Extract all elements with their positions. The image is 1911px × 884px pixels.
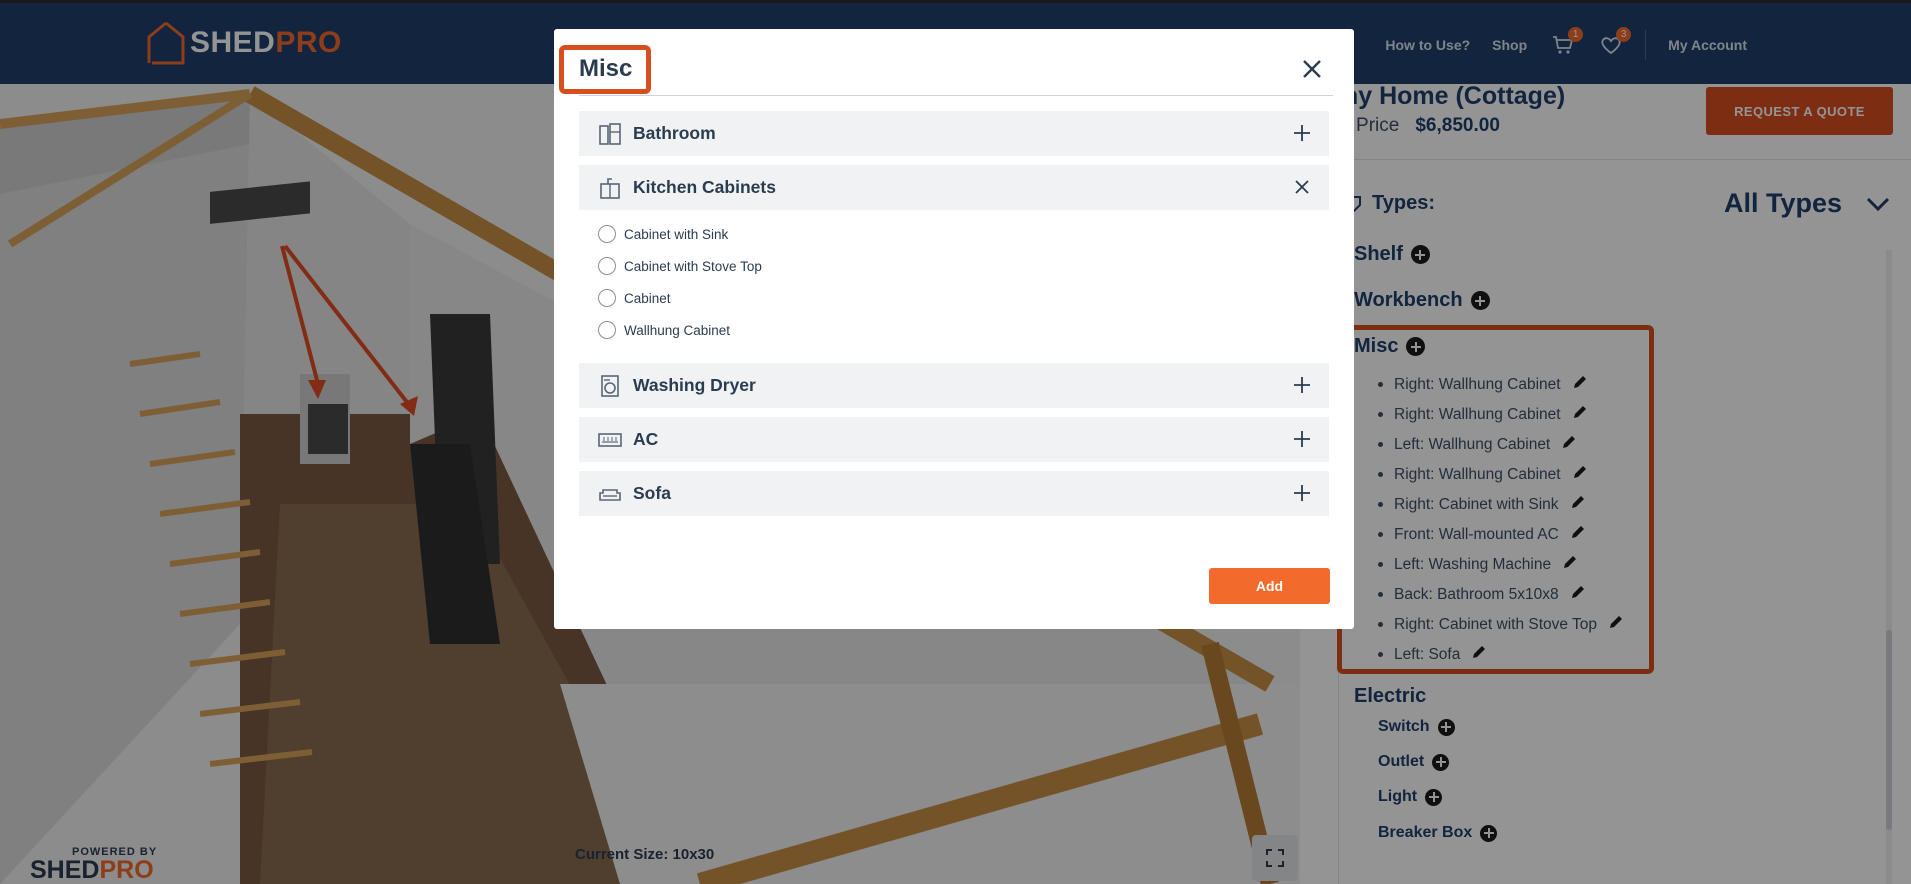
kitchen-cabinet-icon — [597, 175, 623, 201]
option-label: Cabinet with Sink — [624, 226, 729, 242]
ac-icon — [597, 427, 623, 453]
radio-button[interactable] — [598, 321, 616, 339]
accordion-label: AC — [633, 429, 659, 449]
washing-machine-icon — [597, 373, 623, 399]
accordion-label: Kitchen Cabinets — [633, 177, 776, 197]
kitchen-option-radio[interactable]: Cabinet with Stove Top — [598, 257, 762, 275]
add-button[interactable]: Add — [1209, 568, 1330, 604]
bathroom-icon — [597, 121, 623, 147]
sofa-icon — [597, 481, 623, 507]
radio-button[interactable] — [598, 257, 616, 275]
accordion-sofa[interactable]: Sofa — [579, 471, 1329, 516]
modal-title: Misc — [579, 55, 633, 82]
accordion-bathroom[interactable]: Bathroom — [579, 111, 1329, 156]
close-icon[interactable] — [1293, 178, 1311, 196]
kitchen-option-radio[interactable]: Wallhung Cabinet — [598, 321, 730, 339]
plus-icon[interactable] — [1293, 484, 1311, 502]
close-button[interactable] — [1300, 57, 1324, 81]
plus-icon[interactable] — [1293, 430, 1311, 448]
option-label: Wallhung Cabinet — [624, 322, 731, 338]
accordion-label: Sofa — [633, 483, 671, 503]
accordion-washing-dryer[interactable]: Washing Dryer — [579, 363, 1329, 408]
accordion-label: Bathroom — [633, 123, 716, 143]
misc-modal: Misc Bathroom Kitchen Cabinets Cabinet w… — [554, 29, 1354, 629]
option-label: Cabinet with Stove Top — [624, 258, 762, 274]
kitchen-option-radio[interactable]: Cabinet with Sink — [598, 225, 728, 243]
option-label: Cabinet — [624, 290, 671, 306]
plus-icon[interactable] — [1293, 376, 1311, 394]
accordion-ac[interactable]: AC — [579, 417, 1329, 462]
radio-button[interactable] — [598, 289, 616, 307]
modal-divider — [579, 95, 1333, 96]
plus-icon[interactable] — [1293, 124, 1311, 142]
kitchen-option-radio[interactable]: Cabinet — [598, 289, 671, 307]
accordion-kitchen-cabinets[interactable]: Kitchen Cabinets — [579, 165, 1329, 210]
close-icon — [1303, 60, 1321, 78]
accordion-label: Washing Dryer — [633, 375, 756, 395]
radio-button[interactable] — [598, 225, 616, 243]
